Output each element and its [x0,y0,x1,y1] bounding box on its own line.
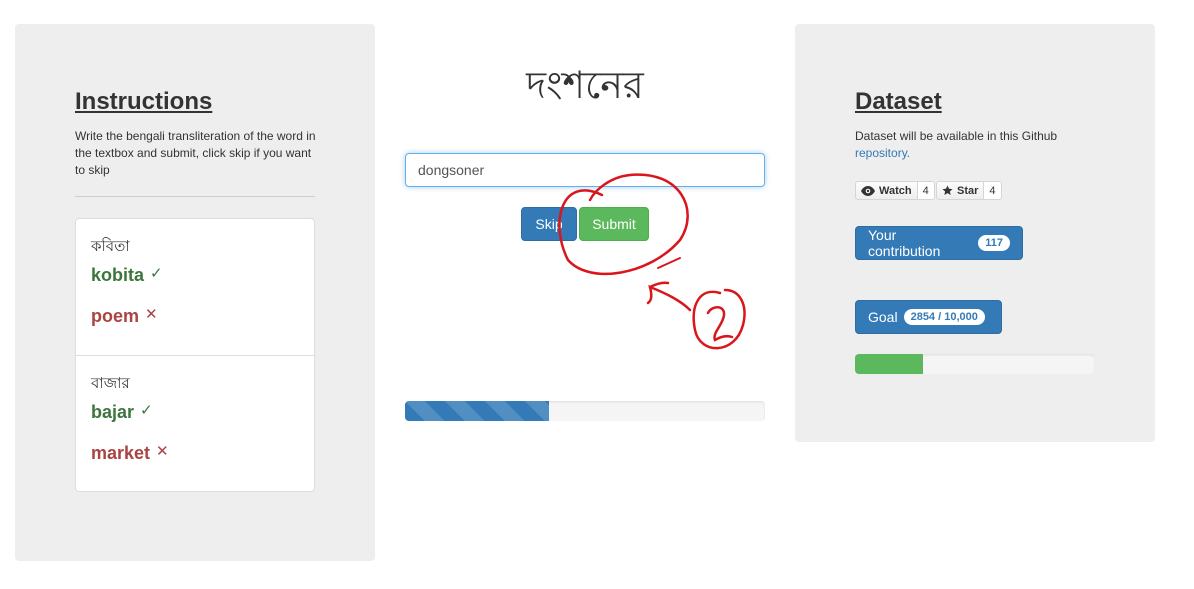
example-wrong: poem ✕ [91,306,158,327]
watch-button[interactable]: Watch [855,181,918,200]
star-count[interactable]: 4 [984,181,1002,200]
star-icon [942,185,953,195]
contribution-label: Your contribution [868,227,941,259]
dataset-title: Dataset [855,88,942,115]
check-icon: ✓ [140,402,153,419]
contribution-button[interactable]: Your contribution 117 [855,226,1023,260]
example-correct: kobita ✓ [91,265,163,286]
example-item: কবিতা kobita ✓ poem ✕ [76,219,314,356]
transliteration-input[interactable] [405,153,765,187]
repository-link[interactable]: repository. [855,146,910,160]
skip-button[interactable]: Skip [521,207,577,241]
watch-count[interactable]: 4 [917,181,935,200]
example-wrong-text: poem [91,306,140,326]
divider [75,196,315,197]
instructions-panel: Instructions Write the bengali translite… [15,24,375,561]
red-annotation-drawing [558,173,746,350]
example-correct-text: kobita [91,265,145,285]
example-correct: bajar ✓ [91,402,153,423]
target-word: দংশনের [526,63,644,107]
dataset-text: Dataset will be available in this Github… [855,128,1100,162]
word-progress-bar [405,401,765,421]
github-watch-widget[interactable]: Watch 4 [855,181,935,200]
contribution-count-badge: 117 [978,235,1010,251]
goal-progress-fill [855,354,924,374]
example-wrong: market ✕ [91,443,169,464]
goal-value-badge: 2854 / 10,000 [903,309,985,325]
example-bengali-word: কবিতা [91,237,130,255]
examples-list: কবিতা kobita ✓ poem ✕ বাজার bajar ✓ market ✕ [75,218,315,492]
eye-icon [861,185,875,196]
word-progress-fill [405,401,549,421]
watch-label: Watch [879,184,912,197]
dataset-panel: Dataset Dataset will be available in thi… [795,24,1155,442]
star-label: Star [957,184,979,197]
goal-label: Goal [868,309,898,325]
example-correct-text: bajar [91,402,135,422]
github-star-widget[interactable]: Star 4 [936,181,1002,200]
example-wrong-text: market [91,443,151,463]
cross-icon: ✕ [156,443,169,460]
goal-progress-bar [855,354,1095,374]
cross-icon: ✕ [145,306,158,323]
star-button[interactable]: Star [936,181,985,200]
submit-button[interactable]: Submit [579,207,649,241]
instructions-text: Write the bengali transliteration of the… [75,129,316,177]
check-icon: ✓ [150,265,163,282]
instructions-title: Instructions [75,88,213,115]
example-bengali-word: বাজার [91,374,130,392]
goal-button[interactable]: Goal 2854 / 10,000 [855,300,1002,334]
example-item: বাজার bajar ✓ market ✕ [76,356,314,491]
dataset-description: Dataset will be available in this Github [855,129,1058,143]
